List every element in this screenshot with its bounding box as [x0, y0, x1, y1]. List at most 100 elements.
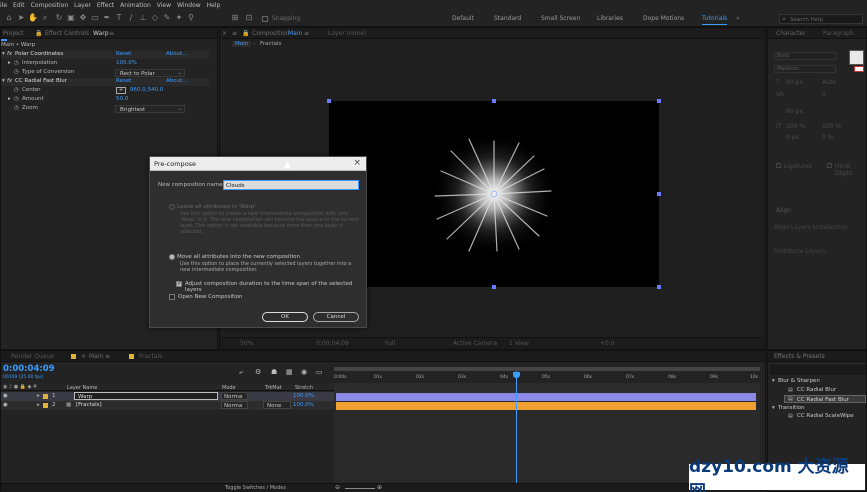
- pan-tool-icon[interactable]: ✥: [78, 13, 88, 23]
- breadcrumb-fractals[interactable]: Fractals: [260, 41, 281, 47]
- stroke-color-swatch[interactable]: [854, 66, 864, 72]
- cancel-button[interactable]: Cancel: [313, 312, 359, 322]
- playhead-line[interactable]: [516, 371, 517, 492]
- viewer-timecode[interactable]: 0:00:04:09: [316, 340, 349, 347]
- tab-timeline-main[interactable]: Main: [89, 353, 103, 360]
- tab-composition-main[interactable]: Main: [288, 30, 302, 37]
- crosshair-icon[interactable]: +: [116, 87, 126, 94]
- reset-link[interactable]: Reset: [116, 78, 131, 84]
- tab-project[interactable]: Project: [3, 30, 24, 37]
- expand-caret-icon[interactable]: ▾: [772, 405, 775, 411]
- graph-icon[interactable]: ⤶: [239, 368, 243, 377]
- zoom-slider[interactable]: [345, 488, 375, 489]
- menu-effect[interactable]: Effect: [97, 2, 114, 9]
- workspace-dope-motions[interactable]: Dope Motions: [643, 15, 684, 22]
- menu-window[interactable]: Window: [177, 2, 201, 9]
- layer-stretch-value[interactable]: 100.0%: [293, 402, 314, 408]
- resolution-select[interactable]: Full: [385, 340, 395, 347]
- effects-presets-title[interactable]: Effects & Presets: [774, 353, 825, 360]
- prop-value[interactable]: 50.0: [116, 96, 128, 102]
- lock-icon[interactable]: 🔒: [242, 30, 249, 37]
- transform-handle[interactable]: [492, 285, 496, 289]
- puppet-tool-icon[interactable]: ✦: [174, 13, 184, 23]
- expand-caret-icon[interactable]: ▸: [8, 60, 11, 66]
- pin-tool-icon[interactable]: ⚲: [186, 13, 196, 23]
- type-tool-icon[interactable]: T: [114, 13, 124, 23]
- views-select[interactable]: 1 View: [509, 340, 529, 347]
- stopwatch-icon[interactable]: ◷: [14, 60, 19, 66]
- transform-handle[interactable]: [657, 285, 661, 289]
- ok-button[interactable]: OK: [262, 312, 308, 322]
- zoom-in-icon[interactable]: ⊕: [377, 484, 382, 491]
- lock-icon[interactable]: 🔒: [35, 30, 42, 37]
- search-help-field[interactable]: ⌕ Search Help: [779, 14, 863, 24]
- eye-icon[interactable]: ◉: [3, 393, 8, 399]
- menu-composition[interactable]: Composition: [31, 2, 68, 9]
- font-style-select[interactable]: Medium: [774, 65, 836, 73]
- leave-attributes-radio[interactable]: [169, 204, 175, 210]
- tab-layer[interactable]: Layer (none): [328, 30, 366, 37]
- comp-viewer-frame[interactable]: [329, 101, 659, 287]
- font-size-value[interactable]: 60 px: [786, 79, 803, 86]
- stopwatch-icon[interactable]: ◷: [14, 87, 19, 93]
- expand-caret-icon[interactable]: ▸: [8, 96, 11, 102]
- fx-icon[interactable]: fx: [7, 51, 12, 57]
- breadcrumb-main[interactable]: Main: [232, 41, 252, 47]
- prop-value[interactable]: 100.0%: [116, 60, 137, 66]
- clone-tool-icon[interactable]: ⊥: [138, 13, 148, 23]
- align-to-select[interactable]: Selection: [820, 224, 848, 231]
- menu-icon[interactable]: ≡: [109, 30, 114, 37]
- camera-select[interactable]: Active Camera: [453, 340, 497, 347]
- reset-link[interactable]: Reset: [116, 51, 131, 57]
- tab-timeline-fractals[interactable]: Fractals: [139, 353, 162, 360]
- stopwatch-icon[interactable]: ◷: [14, 69, 19, 75]
- tab-paragraph[interactable]: Paragraph: [823, 30, 854, 37]
- exposure-value[interactable]: +0.0: [600, 340, 615, 347]
- selection-tool-icon[interactable]: ➤: [16, 13, 26, 23]
- col-stretch[interactable]: Stretch: [295, 385, 313, 391]
- menu-animation[interactable]: Animation: [120, 2, 151, 9]
- rotate-tool-icon[interactable]: ↻: [54, 13, 64, 23]
- layer-label-color[interactable]: [43, 402, 48, 408]
- mask-tool-icon[interactable]: ▭: [90, 13, 100, 23]
- stopwatch-icon[interactable]: ◷: [14, 105, 19, 111]
- layer-mode-select[interactable]: Norma: [221, 392, 248, 400]
- adjust-duration-checkbox[interactable]: ✓: [176, 280, 182, 287]
- eye-icon[interactable]: ◉: [3, 402, 8, 408]
- vertical-scale-value[interactable]: 100 %: [786, 123, 805, 130]
- tab-composition-label[interactable]: Composition: [252, 30, 289, 37]
- workspace-libraries[interactable]: Libraries: [597, 15, 623, 22]
- close-icon[interactable]: ×: [81, 353, 86, 360]
- col-trkmat[interactable]: TrkMat: [265, 385, 282, 391]
- transform-handle[interactable]: [657, 99, 661, 103]
- tab-effect-layer[interactable]: Warp: [93, 30, 109, 37]
- preset-item[interactable]: CC Radial ScaleWipe: [797, 413, 854, 419]
- roto-tool-icon[interactable]: ✎: [162, 13, 172, 23]
- hindi-digits-checkbox[interactable]: [827, 163, 832, 168]
- camera-tool-icon[interactable]: ▣: [66, 13, 76, 23]
- layer-trkmat-select[interactable]: None: [263, 401, 291, 409]
- tab-effect-controls[interactable]: Effect Controls: [45, 30, 89, 37]
- move-attributes-radio[interactable]: [169, 254, 175, 260]
- effects-search-field[interactable]: [770, 365, 866, 375]
- timeline-layer-row[interactable]: ◉ ▸ 1 Warp Norma 100.0%: [1, 392, 334, 401]
- zoom-level[interactable]: 50%: [240, 340, 253, 347]
- menu-edit[interactable]: Edit: [13, 2, 25, 9]
- preset-item[interactable]: CC Radial Blur: [797, 387, 836, 393]
- fill-color-swatch[interactable]: [849, 50, 864, 65]
- menu-view[interactable]: View: [157, 2, 171, 9]
- pen-tool-icon[interactable]: ✒: [102, 13, 112, 23]
- brush-tool-icon[interactable]: ∕: [126, 13, 136, 23]
- effect-cc-radial-fast-blur[interactable]: ▾ fx CC Radial Fast Blur Reset About...: [1, 78, 209, 86]
- snap-icon[interactable]: ⊞: [230, 13, 240, 23]
- leading-value[interactable]: Auto: [822, 79, 836, 86]
- zoom-select[interactable]: Brightest ⌄: [115, 105, 185, 113]
- close-icon[interactable]: ×: [353, 158, 361, 168]
- workspace-small-screen[interactable]: Small Screen: [541, 15, 580, 22]
- stopwatch-icon[interactable]: ◷: [14, 96, 19, 102]
- menu-layer[interactable]: Layer: [74, 2, 91, 9]
- layer-name[interactable]: [Fractals]: [76, 402, 102, 408]
- layer-name-field[interactable]: Warp: [74, 392, 218, 400]
- stroke-width-value[interactable]: 60 px: [786, 108, 803, 115]
- tab-character[interactable]: Character: [776, 30, 806, 37]
